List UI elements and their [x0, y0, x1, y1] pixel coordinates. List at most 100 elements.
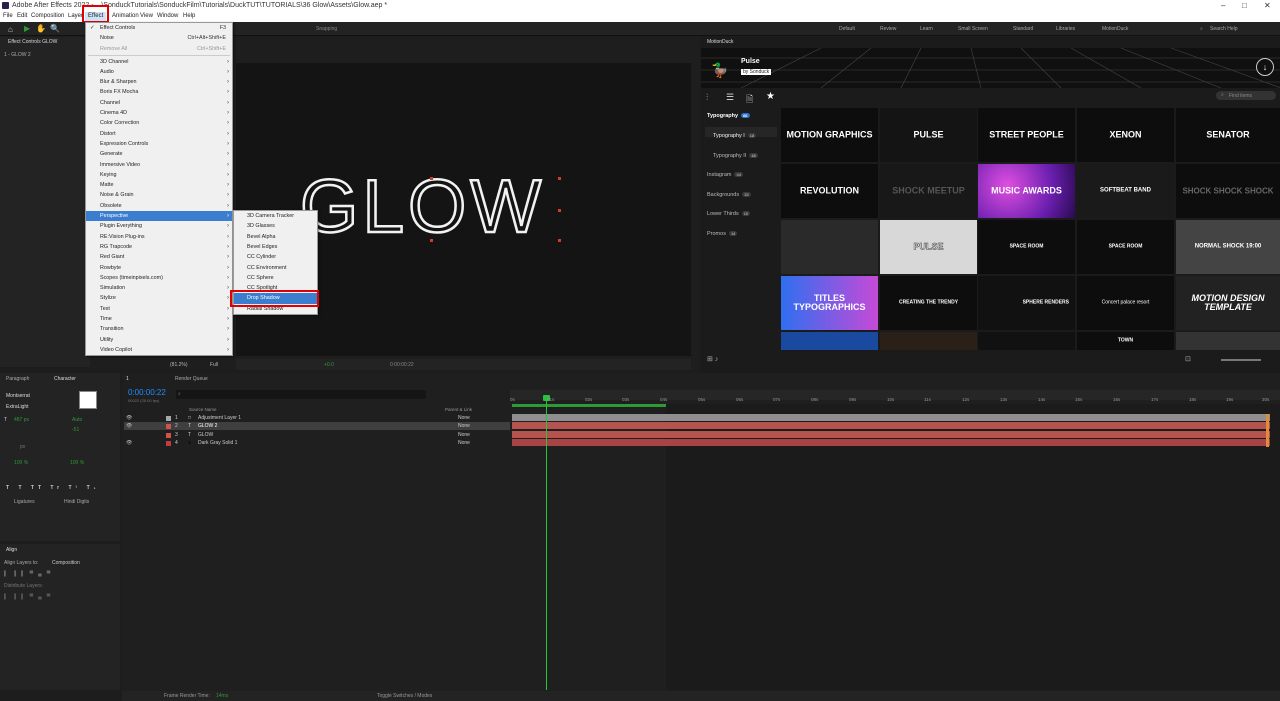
tab-paragraph[interactable]: Paragraph [6, 376, 29, 382]
menu-composition[interactable]: Composition [31, 13, 64, 19]
resolution-select[interactable]: Full [210, 362, 218, 368]
thumb-item[interactable]: TITLES TYPOGRAPHICS [781, 276, 878, 330]
layer-bar-solid[interactable] [512, 439, 1270, 446]
menu-item-plugin-everything[interactable]: Plugin Everything › [86, 221, 232, 231]
thumb-item[interactable]: SHOCK SHOCK SHOCK [1176, 164, 1280, 218]
workspace-default[interactable]: Default [839, 26, 855, 32]
thumb-item[interactable]: MUSIC AWARDS [978, 164, 1075, 218]
category-lower-thirds[interactable]: Lower Thirds 10 [707, 211, 751, 217]
menu-item-video-copilot[interactable]: Video Copilot › [86, 345, 232, 355]
layer-name[interactable]: Dark Gray Solid 1 [198, 440, 237, 446]
zoom-level[interactable]: (81.2%) [170, 362, 188, 368]
menu-window[interactable]: Window [157, 13, 178, 19]
horizontal-scale-value[interactable]: 100 % [70, 460, 84, 466]
thumb-item[interactable] [880, 332, 977, 350]
thumb-size-slider[interactable] [1221, 359, 1261, 361]
download-icon[interactable]: ↓ [1256, 58, 1274, 76]
layer-name[interactable]: GLOW [198, 432, 213, 438]
parent-select[interactable]: None [458, 432, 470, 438]
render-queue-tab[interactable]: Render Queue [175, 376, 208, 382]
menu-item-generate[interactable]: Generate › [86, 149, 232, 159]
menu-item-revision-plugins[interactable]: RE:Vision Plug-ins › [86, 232, 232, 242]
menu-item-3d-channel[interactable]: 3D Channel › [86, 57, 232, 67]
effect-controls-tab[interactable]: Effect Controls GLOW [8, 39, 57, 45]
category-typography-2[interactable]: Typography II 48 [713, 153, 758, 159]
thumb-item[interactable] [781, 220, 878, 274]
layer-name[interactable]: GLOW 2 [198, 423, 217, 429]
eye-icon[interactable]: 👁 [126, 415, 132, 421]
thumb-item[interactable] [978, 332, 1075, 350]
menu-edit[interactable]: Edit [17, 13, 27, 19]
menu-item-simulation[interactable]: Simulation › [86, 283, 232, 293]
thumb-item[interactable]: SPHERE RENDERS [978, 276, 1075, 330]
eye-icon[interactable]: 👁 [126, 440, 132, 446]
thumb-item[interactable] [781, 332, 878, 350]
thumb-item[interactable]: TOWN [1077, 332, 1174, 350]
menu-item-effect-controls[interactable]: ✓ Effect Controls F3 [86, 23, 232, 33]
menu-item-cc-sphere[interactable]: CC Sphere [234, 273, 317, 283]
eye-icon[interactable]: 👁 [126, 423, 132, 429]
menu-item-obsolete[interactable]: Obsolete › [86, 201, 232, 211]
menu-file[interactable]: File [3, 13, 13, 19]
menu-item-immersive-video[interactable]: Immersive Video › [86, 160, 232, 170]
thumb-item[interactable] [1176, 332, 1280, 350]
toggle-switches-modes[interactable]: Toggle Switches / Modes [377, 693, 432, 699]
text-handle[interactable] [558, 177, 561, 180]
layer-name[interactable]: Adjustment Layer 1 [198, 415, 241, 421]
menu-item-rowbyte[interactable]: Rowbyte › [86, 263, 232, 273]
layer-row[interactable]: 👁 4 ■ Dark Gray Solid 1 None [124, 439, 510, 447]
align-to-select[interactable]: Composition [52, 560, 80, 566]
layer-bar-glow-2[interactable] [512, 422, 1270, 429]
distribute-buttons[interactable]: ▌▐▌▀▄▀ [4, 594, 55, 600]
menu-item-rg-trapcode[interactable]: RG Trapcode › [86, 242, 232, 252]
select-tool-icon[interactable]: ▶ [24, 24, 30, 33]
menu-item-boris-fx-mocha[interactable]: Boris FX Mocha › [86, 87, 232, 97]
snapping-label[interactable]: Snapping [316, 26, 337, 32]
label-color[interactable] [166, 416, 171, 421]
text-handle[interactable] [558, 239, 561, 242]
thumb-item[interactable]: PULSE [880, 220, 977, 274]
menu-item-bevel-alpha[interactable]: Bevel Alpha [234, 232, 317, 242]
layer-bar-adjustment[interactable] [512, 414, 1270, 421]
menu-item-transition[interactable]: Transition › [86, 324, 232, 334]
thumb-item[interactable]: REVOLUTION [781, 164, 878, 218]
text-handle[interactable] [558, 209, 561, 212]
layers-icon[interactable]: ☰ [726, 92, 734, 103]
label-color[interactable] [166, 441, 171, 446]
category-promos[interactable]: Promos 14 [707, 231, 738, 237]
category-typography-1[interactable]: Typography I 18 [713, 133, 757, 139]
exposure-value[interactable]: +0.0 [324, 362, 334, 368]
thumb-item[interactable]: SENATOR [1176, 108, 1280, 162]
hand-tool-icon[interactable]: ✋ [36, 24, 46, 33]
menu-item-blur-sharpen[interactable]: Blur & Sharpen › [86, 77, 232, 87]
menu-item-distort[interactable]: Distort › [86, 129, 232, 139]
layer-row[interactable]: 👁 1 □ Adjustment Layer 1 None [124, 414, 510, 422]
layer-row[interactable]: 3 T GLOW None [124, 431, 510, 439]
layer-row[interactable]: 👁 2 T GLOW 2 None [124, 422, 510, 430]
menu-item-red-giant[interactable]: Red Giant › [86, 252, 232, 262]
thumb-item[interactable]: SHOCK MEETUP [880, 164, 977, 218]
fill-color-swatch[interactable] [79, 391, 97, 409]
menu-item-perspective[interactable]: Perspective › [86, 211, 232, 222]
thumb-item[interactable]: SPACE ROOM [1077, 220, 1174, 274]
menu-item-cinema-4d[interactable]: Cinema 4D › [86, 108, 232, 118]
workspace-standard[interactable]: Standard [1013, 26, 1033, 32]
align-tab[interactable]: Align [6, 547, 17, 553]
comp-tab[interactable]: 1 [126, 376, 129, 382]
timeline-search[interactable]: ⌕ [176, 390, 426, 399]
layer-bar-glow[interactable] [512, 431, 1270, 438]
font-size-value[interactable]: 487 px [14, 417, 29, 423]
thumb-item[interactable]: SPACE ROOM [978, 220, 1075, 274]
footer-add-icon[interactable]: ⊞ ♪ [707, 355, 718, 363]
menu-item-3d-glasses[interactable]: 3D Glasses [234, 221, 317, 231]
menu-view[interactable]: View [140, 13, 153, 19]
tab-character[interactable]: Character [54, 376, 76, 382]
category-backgrounds[interactable]: Backgrounds 15 [707, 192, 751, 198]
thumb-item[interactable]: Concert palace resort [1077, 276, 1174, 330]
thumb-item[interactable]: SOFTBEAT BAND [1077, 164, 1174, 218]
label-color[interactable] [166, 433, 171, 438]
motionduck-tab[interactable]: MotionDuck [707, 39, 733, 45]
menu-item-keying[interactable]: Keying › [86, 170, 232, 180]
file-icon[interactable]: 🗎 [746, 92, 753, 108]
thumb-item[interactable]: MOTION GRAPHICS [781, 108, 878, 162]
